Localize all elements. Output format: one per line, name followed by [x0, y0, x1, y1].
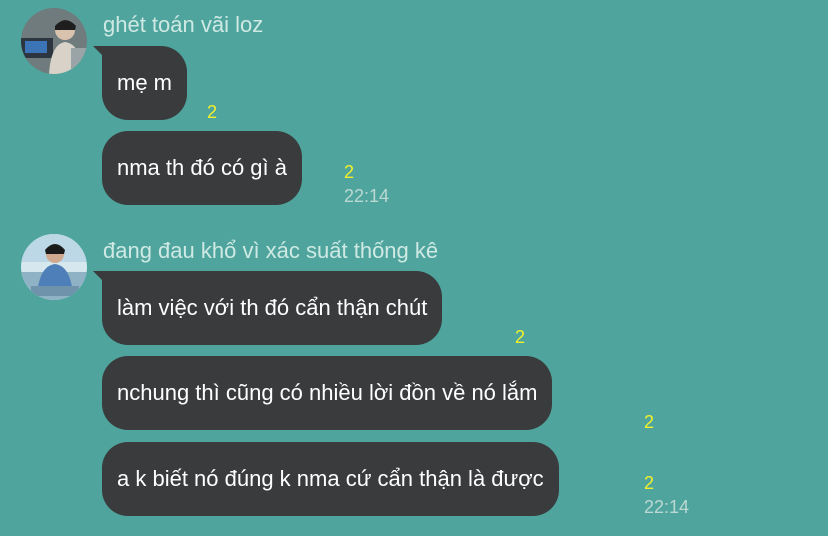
sender-name: ghét toán vãi loz [103, 12, 264, 37]
timestamp: 22:14 [344, 186, 390, 206]
read-count: 2 [644, 412, 655, 432]
read-count: 2 [515, 327, 526, 347]
message-bubble[interactable]: mẹ m [102, 46, 187, 120]
read-count: 2 [207, 102, 218, 122]
read-count: 2 [644, 473, 655, 493]
timestamp: 22:14 [644, 497, 690, 517]
message-bubble[interactable]: làm việc với th đó cẩn thận chút [102, 271, 443, 345]
read-count: 2 [344, 162, 355, 182]
user-avatar-icon[interactable] [21, 8, 87, 74]
sender-name: đang đau khổ vì xác suất thống kê [103, 238, 439, 263]
message-bubble[interactable]: a k biết nó đúng k nma cứ cẩn thận là đư… [102, 442, 559, 516]
user-avatar-icon[interactable] [21, 234, 87, 300]
message-bubble[interactable]: nma th đó có gì à [102, 131, 302, 205]
message-bubble[interactable]: nchung thì cũng có nhiều lời đồn về nó l… [102, 356, 553, 430]
